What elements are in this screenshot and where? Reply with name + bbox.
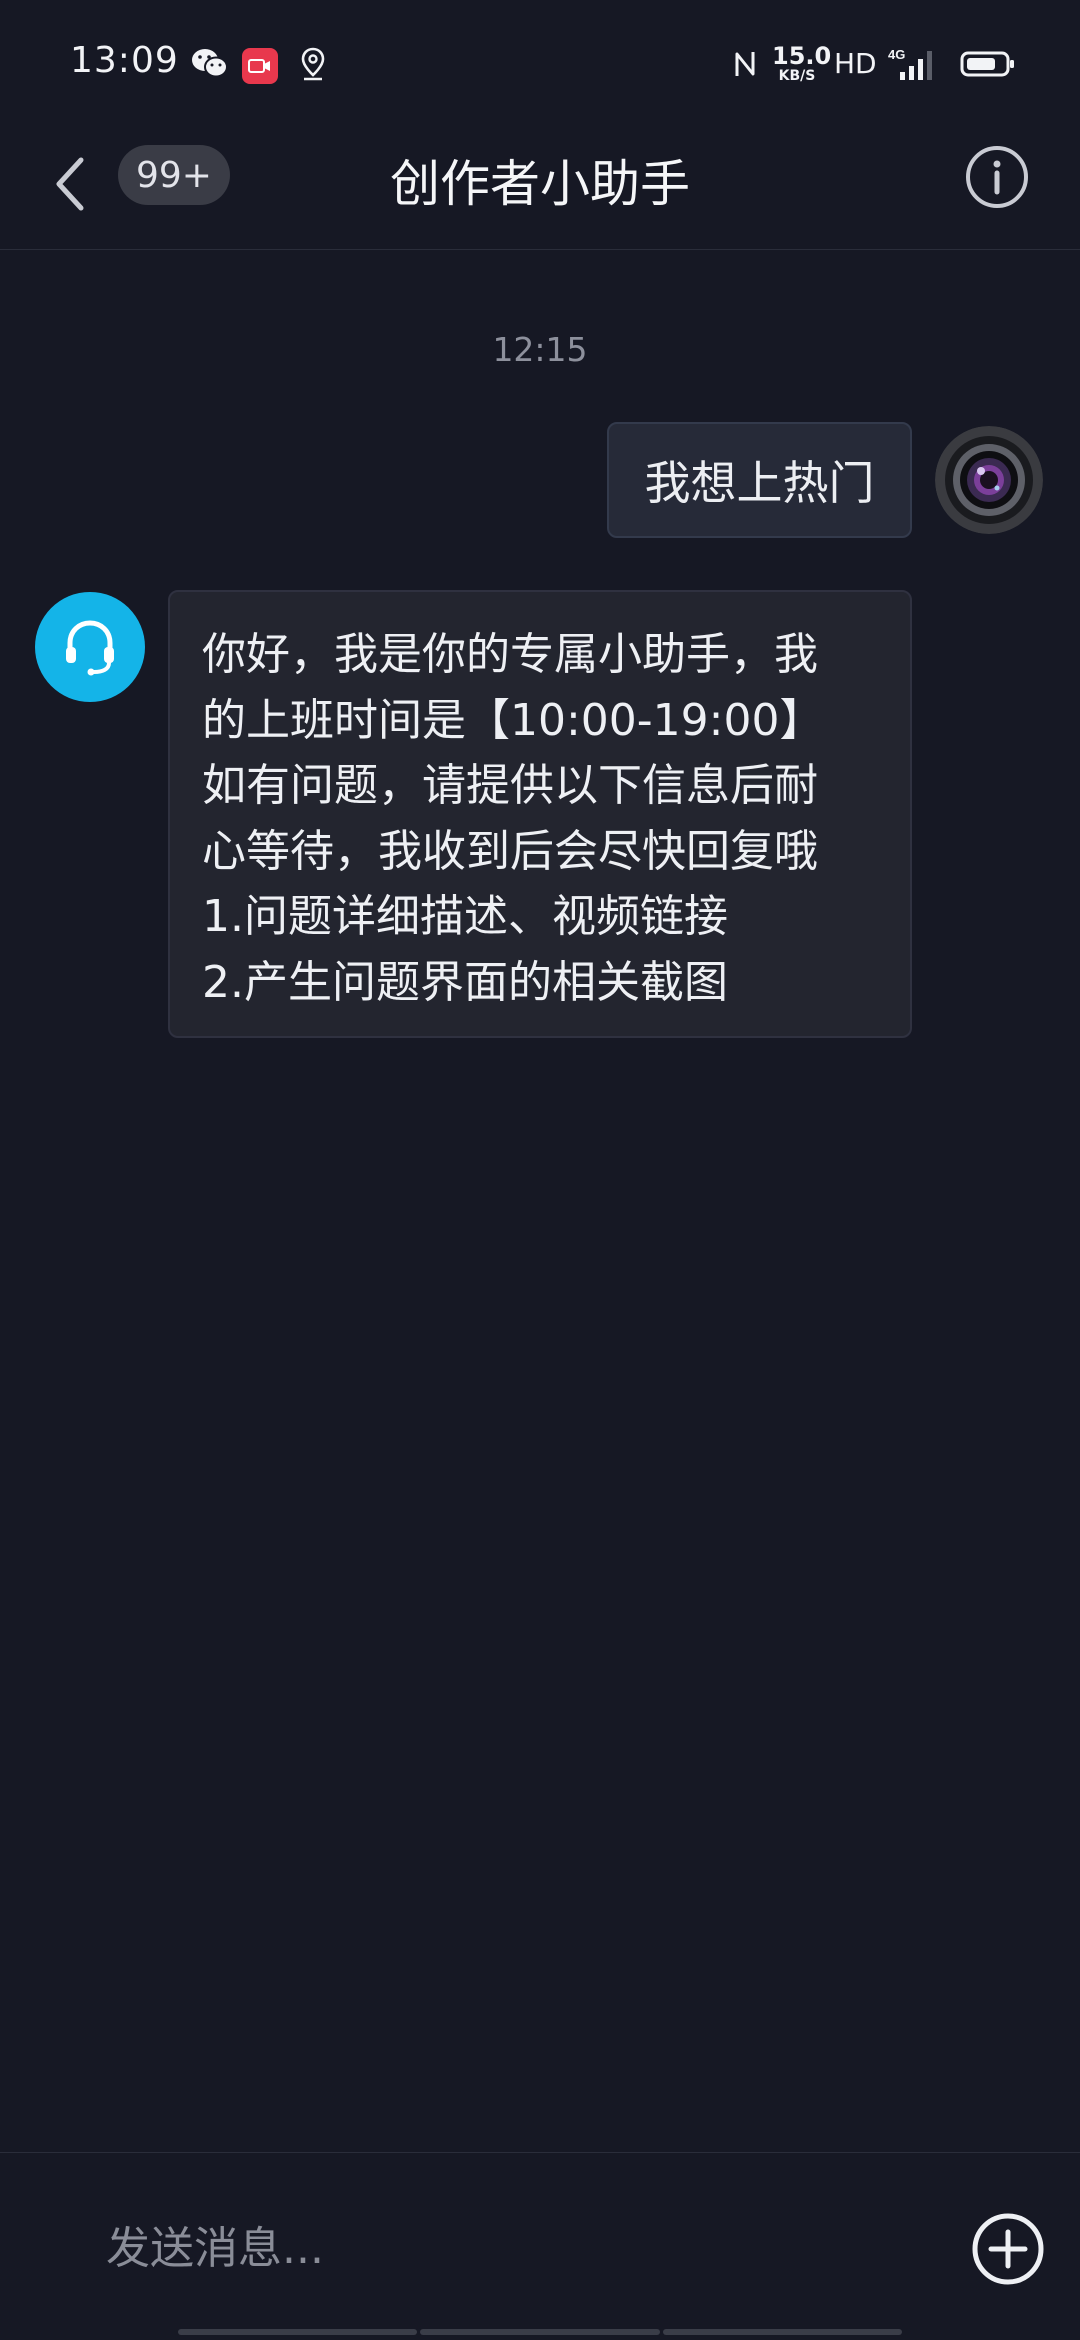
hd-indicator: HD — [834, 47, 877, 80]
location-icon — [298, 44, 328, 84]
headset-icon — [66, 620, 114, 676]
network-speed: 15.0 KB/S — [772, 42, 832, 84]
status-bar: 13:09 15.0 KB/S HD 4G — [0, 0, 1080, 120]
message-line: 心等待，我收到后会尽快回复哦 — [202, 825, 818, 877]
network-speed-value: 15.0 — [772, 42, 832, 70]
message-line: 1.问题详细描述、视频链接 — [202, 891, 728, 942]
message-line: 2.产生问题界面的相关截图 — [202, 956, 728, 1008]
user-avatar[interactable] — [935, 426, 1043, 534]
screen-record-icon — [242, 48, 278, 84]
info-icon — [966, 146, 1028, 208]
info-button[interactable] — [962, 142, 1032, 212]
signal-icon: 4G — [886, 44, 942, 84]
message-timestamp: 12:15 — [492, 330, 588, 369]
chat-header: 99+ 创作者小助手 — [0, 120, 1080, 250]
message-input-bar — [0, 2152, 1080, 2340]
message-line: 如有问题，请提供以下信息后耐 — [202, 760, 818, 811]
chat-screen: 13:09 15.0 KB/S HD 4G 99+ 创作者小助手 12:15 我… — [0, 0, 1080, 2340]
network-speed-unit: KB/S — [778, 68, 816, 84]
plus-circle-icon — [972, 2213, 1044, 2285]
battery-icon — [958, 44, 1018, 84]
assistant-avatar[interactable] — [35, 592, 145, 702]
incoming-message-bubble[interactable]: 你好，我是你的专属小助手，我 的上班时间是【10:00-19:00】 如有问题，… — [168, 590, 912, 1038]
gesture-navigation-bar[interactable] — [178, 2329, 902, 2335]
nav-segment — [420, 2329, 660, 2335]
camera-lens-avatar-icon — [935, 426, 1043, 534]
add-attachment-button[interactable] — [968, 2209, 1048, 2289]
message-input[interactable] — [106, 2203, 926, 2293]
nav-segment — [178, 2329, 418, 2335]
outgoing-message-bubble[interactable]: 我想上热门 — [607, 422, 912, 538]
wechat-icon — [190, 44, 230, 84]
page-title: 创作者小助手 — [390, 155, 690, 213]
message-line: 你好，我是你的专属小助手，我 — [202, 629, 818, 680]
message-line: 的上班时间是【10:00-19:00】 — [202, 694, 824, 746]
nav-segment — [662, 2329, 902, 2335]
status-time: 13:09 — [70, 40, 179, 81]
network-type-label: 4G — [888, 47, 905, 62]
nfc-icon — [730, 44, 760, 84]
